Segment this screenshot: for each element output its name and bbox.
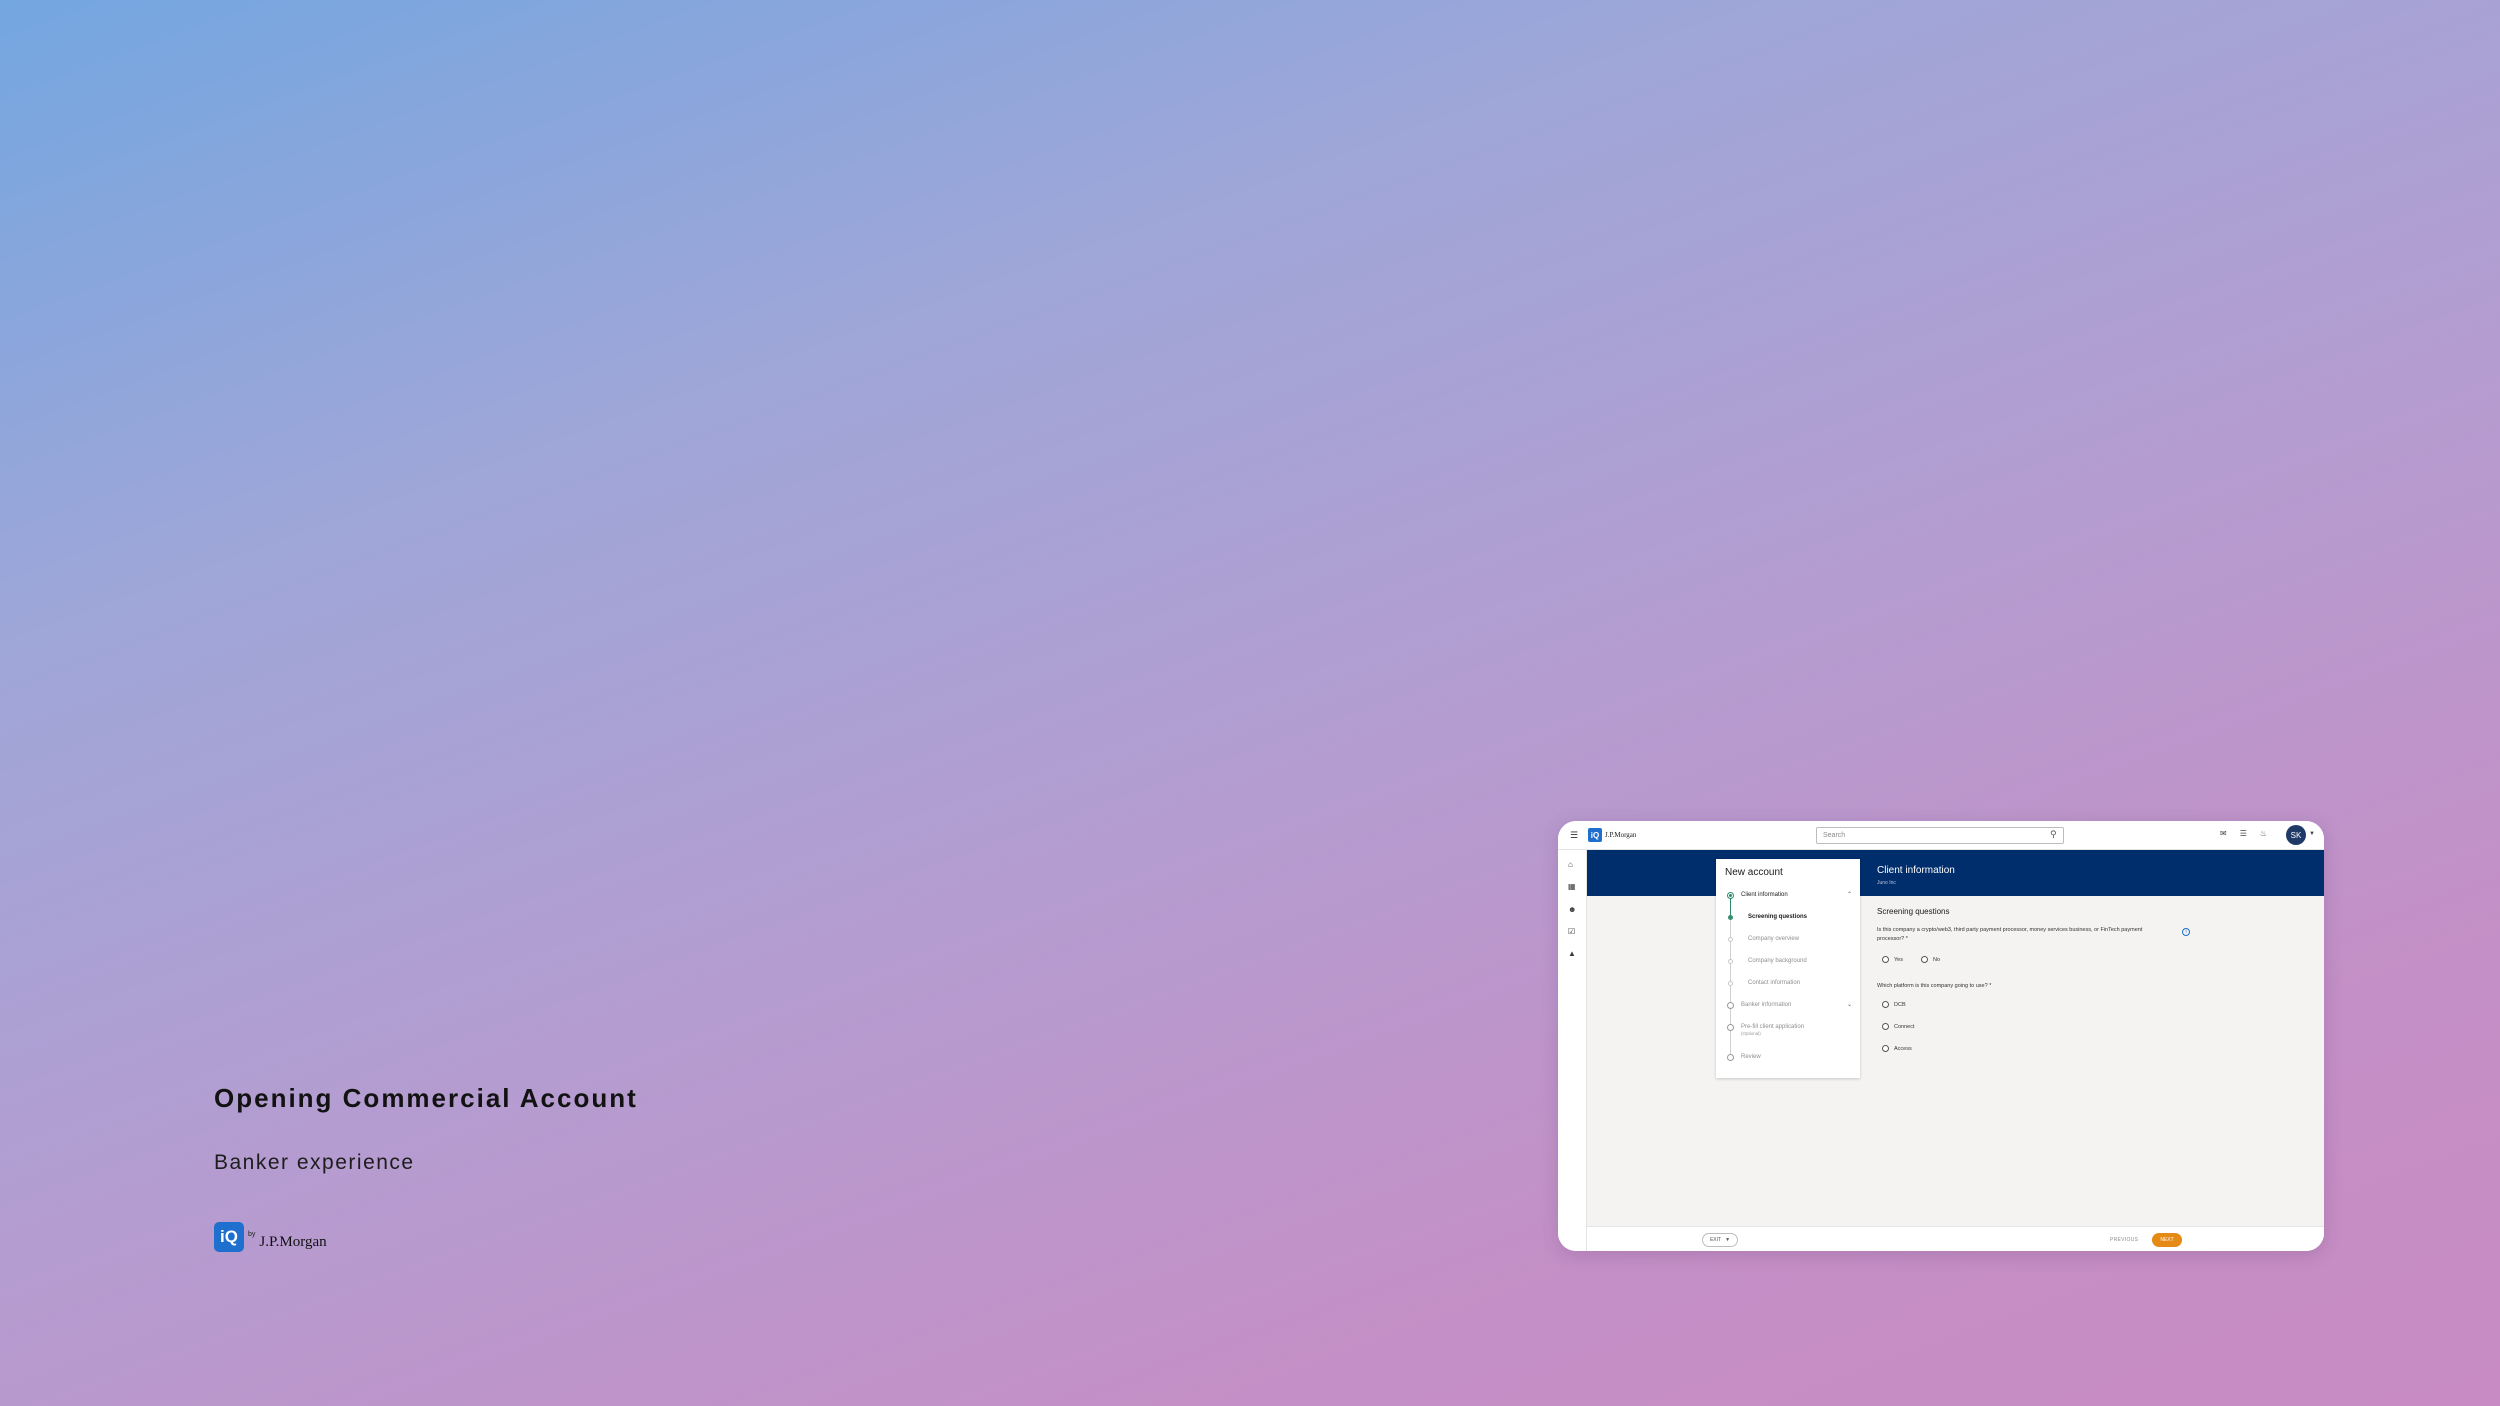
- tasks-icon[interactable]: ☑: [1568, 927, 1575, 936]
- step-review[interactable]: Review: [1716, 1053, 1860, 1067]
- chevron-down-icon[interactable]: ▼: [2309, 831, 2315, 837]
- avatar[interactable]: SK: [2286, 825, 2306, 845]
- step-company-overview[interactable]: Company overview: [1716, 935, 1860, 949]
- hero-logo: iQ by J.P.Morgan: [214, 1222, 327, 1252]
- step-banker-information[interactable]: Banker information ⌄: [1716, 1001, 1860, 1015]
- hero-subtitle: Banker experience: [214, 1151, 415, 1174]
- page-title: Client information: [1877, 865, 1955, 876]
- step-company-background[interactable]: Company background: [1716, 957, 1860, 971]
- step-status-icon: [1728, 937, 1733, 942]
- client-name: Juno Inc: [1877, 880, 1896, 886]
- side-nav: ⌂ ▦ ☻ ☑ ▲: [1558, 850, 1587, 1251]
- chevron-up-icon[interactable]: ⌃: [1847, 891, 1852, 898]
- page-banner: Client information Juno Inc: [1587, 850, 2324, 896]
- radio-label: Access: [1894, 1045, 1912, 1052]
- info-icon[interactable]: i: [2182, 928, 2190, 936]
- question-crypto-fintech: Is this company a crypto/web3, third par…: [1877, 927, 2143, 942]
- iq-logo-mark: iQ: [214, 1222, 244, 1252]
- hero-title: Opening Commercial Account: [214, 1083, 638, 1113]
- steps-title: New account: [1725, 867, 1783, 878]
- question-platform: Which platform is this company going to …: [1877, 983, 1992, 989]
- exit-label: EXIT: [1709, 1237, 1722, 1243]
- users-icon[interactable]: ☻: [1568, 905, 1576, 914]
- exit-button[interactable]: EXIT ▼: [1702, 1233, 1738, 1247]
- step-status-icon: [1728, 981, 1733, 986]
- step-screening-questions[interactable]: Screening questions: [1716, 913, 1860, 927]
- radio-no[interactable]: No: [1921, 956, 1940, 963]
- radio-label: No: [1933, 956, 1941, 963]
- jpmorgan-wordmark: J.P.Morgan: [259, 1234, 327, 1250]
- step-label: Review: [1741, 1054, 1761, 1060]
- main-content: Client information Juno Inc New account …: [1587, 850, 2324, 1251]
- learning-icon[interactable]: ▲: [1568, 949, 1576, 958]
- search-input[interactable]: Search: [1816, 827, 2064, 844]
- step-status-icon: [1727, 892, 1734, 899]
- radio-access[interactable]: Access: [1882, 1045, 1912, 1052]
- step-status-icon: [1727, 1054, 1734, 1061]
- form-heading: Screening questions: [1877, 907, 1950, 916]
- home-icon[interactable]: ⌂: [1568, 860, 1573, 869]
- accounts-icon[interactable]: ▦: [1568, 882, 1576, 891]
- topbar-icons: ✉ ☰ ♨: [2220, 829, 2267, 838]
- radio-circle-icon[interactable]: [1882, 1023, 1889, 1030]
- step-label: Banker information: [1741, 1002, 1792, 1008]
- chat-icon[interactable]: ✉: [2220, 829, 2227, 838]
- next-button[interactable]: NEXT: [2152, 1233, 2182, 1247]
- radio-label: Yes: [1894, 956, 1903, 963]
- step-label: Company overview: [1748, 936, 1800, 942]
- mail-icon[interactable]: ☰: [2240, 829, 2247, 838]
- radio-label: Connect: [1894, 1023, 1915, 1030]
- step-label: Contact information: [1748, 980, 1801, 986]
- radio-circle-icon[interactable]: [1882, 956, 1889, 963]
- step-prefill-application[interactable]: Pre-fill client application (Optional): [1716, 1023, 1860, 1041]
- step-label: Client information: [1741, 892, 1788, 898]
- step-status-icon: [1728, 915, 1733, 920]
- radio-circle-icon[interactable]: [1882, 1001, 1889, 1008]
- top-bar: ☰ iQ J.P.Morgan Search ⚲ ✉ ☰ ♨ SK ▼: [1558, 821, 2324, 850]
- step-label: Screening questions: [1748, 914, 1808, 920]
- step-client-information[interactable]: Client information ⌃: [1716, 891, 1860, 905]
- footer-bar: EXIT ▼ PREVIOUS NEXT: [1587, 1226, 2324, 1251]
- app-logo[interactable]: iQ J.P.Morgan: [1588, 828, 1636, 842]
- previous-button[interactable]: PREVIOUS: [2110, 1237, 2138, 1243]
- step-optional-note: (Optional): [1741, 1031, 1761, 1036]
- radio-circle-icon[interactable]: [1882, 1045, 1889, 1052]
- radio-yes[interactable]: Yes: [1882, 956, 1903, 963]
- radio-dcb[interactable]: DCB: [1882, 1001, 1906, 1008]
- step-label: Pre-fill client application: [1741, 1024, 1805, 1030]
- hamburger-icon[interactable]: ☰: [1570, 830, 1578, 841]
- radio-connect[interactable]: Connect: [1882, 1023, 1915, 1030]
- bell-icon[interactable]: ♨: [2260, 829, 2267, 838]
- app-window: ☰ iQ J.P.Morgan Search ⚲ ✉ ☰ ♨ SK ▼ ⌂ ▦ …: [1558, 821, 2324, 1251]
- search-icon[interactable]: ⚲: [2050, 829, 2057, 840]
- jpmorgan-wordmark: J.P.Morgan: [1605, 831, 1637, 839]
- step-navigator: New account Client information ⌃ Screeni…: [1716, 859, 1860, 1078]
- radio-label: DCB: [1894, 1001, 1906, 1008]
- step-contact-information[interactable]: Contact information: [1716, 979, 1860, 993]
- radio-circle-icon[interactable]: [1921, 956, 1928, 963]
- step-label: Company background: [1748, 958, 1807, 964]
- iq-logo-mark: iQ: [1588, 828, 1602, 842]
- chevron-down-icon: ▼: [1725, 1237, 1731, 1243]
- logo-by-text: by: [248, 1231, 256, 1238]
- step-status-icon: [1728, 959, 1733, 964]
- step-status-icon: [1727, 1024, 1734, 1031]
- chevron-down-icon[interactable]: ⌄: [1847, 1001, 1852, 1008]
- step-status-icon: [1727, 1002, 1734, 1009]
